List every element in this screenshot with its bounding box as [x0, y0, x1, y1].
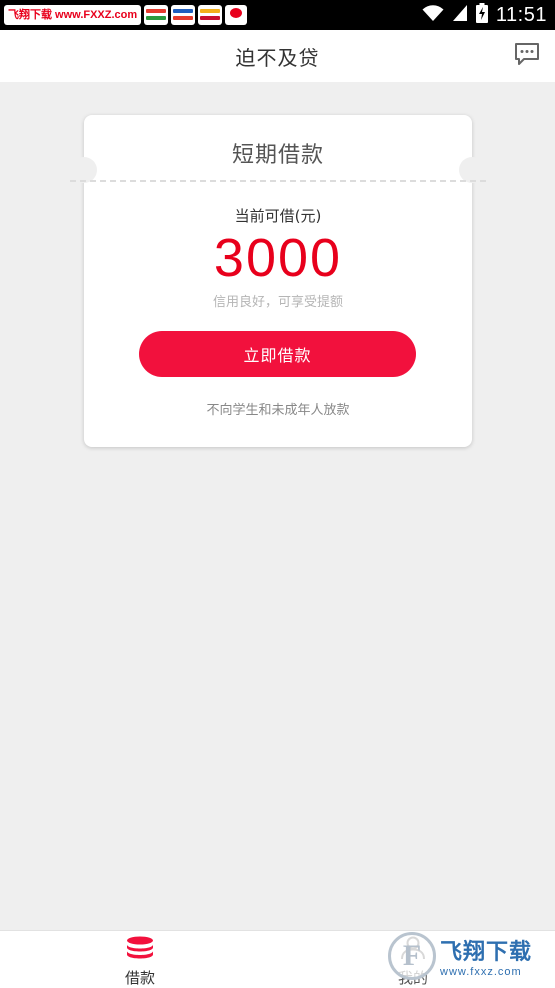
notification-app-icon [171, 5, 196, 25]
clock: 11:51 [495, 3, 547, 26]
disclaimer: 不向学生和未成年人放款 [206, 403, 350, 418]
coins-stack-icon [126, 936, 154, 964]
message-icon [514, 42, 540, 70]
site-watermark: F 飞翔下载 www.fxxz.com [388, 928, 553, 984]
notification-icons: 飞翔下载 www.FXXZ.com [4, 4, 248, 26]
signal-icon [452, 4, 468, 26]
amount-label: 当前可借(元) [234, 207, 322, 225]
watermark-badge: 飞翔下载 www.FXXZ.com [4, 5, 142, 25]
notification-app-icon [198, 5, 223, 25]
watermark-logo-icon: F [388, 932, 436, 980]
nav-item-loan[interactable]: 借款 [80, 931, 200, 988]
watermark-brand: 飞翔下载 [440, 940, 533, 965]
title-bar: 迫不及贷 [0, 30, 555, 82]
battery-charging-icon [475, 3, 488, 27]
borrow-now-button[interactable]: 立即借款 [139, 331, 416, 377]
status-bar: 飞翔下载 www.FXXZ.com 11:51 [0, 0, 555, 30]
page-title: 迫不及贷 [235, 45, 320, 70]
nav-label-loan: 借款 [124, 969, 155, 987]
notification-app-icon [144, 5, 169, 25]
card-divider [70, 180, 486, 182]
amount-value: 3000 [213, 228, 343, 288]
wifi-icon [422, 4, 444, 26]
loan-card: 短期借款 当前可借(元) 3000 信用良好，可享受提额 立即借款 不向学生和未… [70, 115, 486, 447]
credit-note: 信用良好，可享受提额 [212, 295, 343, 310]
watermark-url: www.fxxz.com [440, 966, 522, 978]
notification-app-icon [225, 5, 248, 25]
message-button[interactable] [513, 42, 541, 70]
card-title: 短期借款 [231, 143, 324, 168]
